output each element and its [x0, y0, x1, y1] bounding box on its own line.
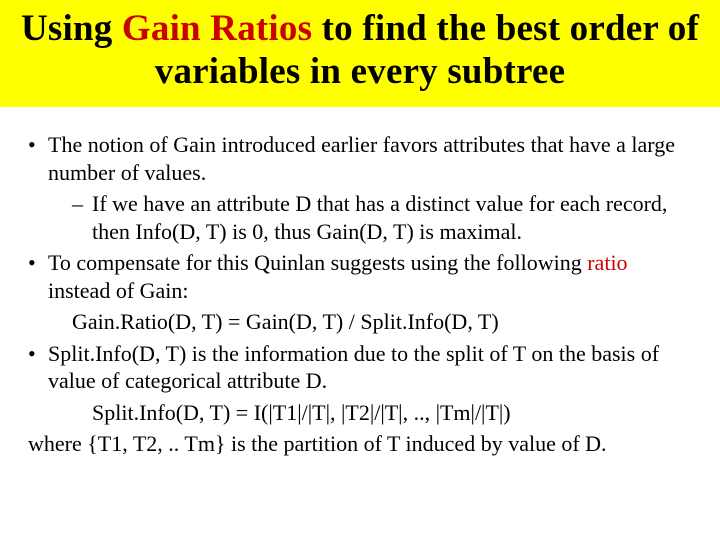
- bullet-2-pre: To compensate for this Quinlan suggests …: [48, 250, 587, 275]
- bullet-2: To compensate for this Quinlan suggests …: [28, 249, 692, 304]
- title-band: Using Gain Ratios to find the best order…: [0, 0, 720, 107]
- bullet-3: Split.Info(D, T) is the information due …: [28, 340, 692, 395]
- bullet-2-post: instead of Gain:: [48, 278, 189, 303]
- bullet-1-sub-text: If we have an attribute D that has a dis…: [92, 191, 667, 244]
- where-line: where {T1, T2, .. Tm} is the partition o…: [28, 430, 692, 458]
- bullet-1-sub: If we have an attribute D that has a dis…: [28, 190, 692, 245]
- bullet-3-equation: Split.Info(D, T) = I(|T1|/|T|, |T2|/|T|,…: [28, 399, 692, 427]
- bullet-1: The notion of Gain introduced earlier fa…: [28, 131, 692, 186]
- slide-body: The notion of Gain introduced earlier fa…: [0, 107, 720, 458]
- slide: Using Gain Ratios to find the best order…: [0, 0, 720, 540]
- bullet-2-equation: Gain.Ratio(D, T) = Gain(D, T) / Split.In…: [28, 308, 692, 336]
- bullet-1-text: The notion of Gain introduced earlier fa…: [48, 132, 675, 185]
- slide-title: Using Gain Ratios to find the best order…: [20, 8, 700, 93]
- bullet-3-text: Split.Info(D, T) is the information due …: [48, 341, 659, 394]
- title-highlight: Gain Ratios: [122, 8, 312, 49]
- bullet-2-red: ratio: [587, 250, 627, 275]
- title-pre: Using: [21, 8, 122, 49]
